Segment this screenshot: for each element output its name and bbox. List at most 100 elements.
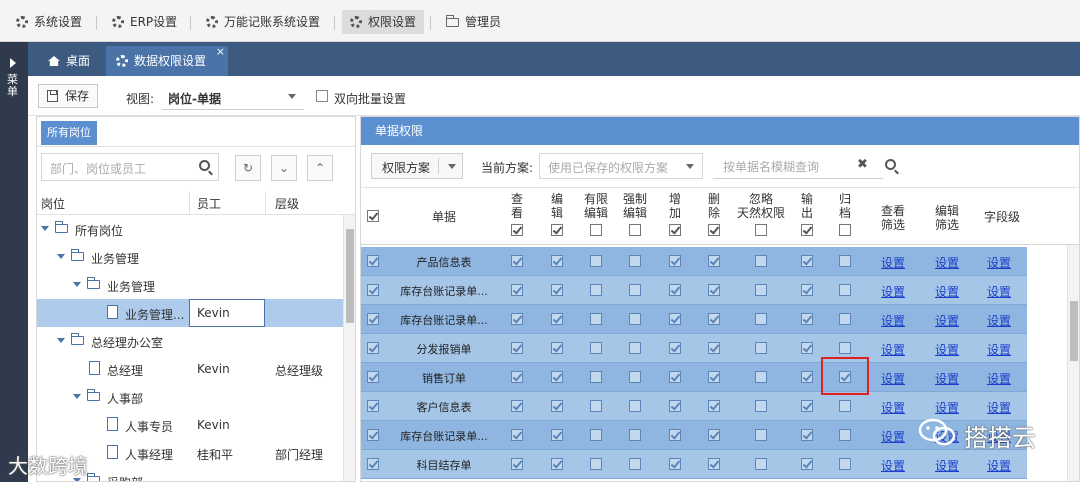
search-input[interactable]: 部门、岗位或员工 bbox=[41, 153, 219, 181]
tree-row-selected[interactable]: 业务管理... Kevin bbox=[37, 299, 345, 327]
col-ignore-natural-checkbox[interactable] bbox=[755, 224, 767, 236]
settings-link[interactable]: 设置 bbox=[987, 399, 1011, 416]
row-select-checkbox[interactable] bbox=[367, 429, 379, 441]
col-export-checkbox[interactable] bbox=[801, 224, 813, 236]
permission-checkbox[interactable] bbox=[755, 342, 767, 354]
settings-link[interactable]: 设置 bbox=[987, 457, 1011, 474]
permission-checkbox[interactable] bbox=[801, 400, 813, 412]
settings-link[interactable]: 设置 bbox=[881, 399, 905, 416]
tree-row[interactable]: 总经理办公室 bbox=[37, 327, 345, 355]
permission-checkbox[interactable] bbox=[755, 458, 767, 470]
grid-scrollbar[interactable] bbox=[1067, 245, 1079, 481]
permission-checkbox[interactable] bbox=[708, 458, 720, 470]
permission-checkbox[interactable] bbox=[629, 371, 641, 383]
permission-checkbox[interactable] bbox=[551, 342, 563, 354]
permission-checkbox[interactable] bbox=[801, 284, 813, 296]
permission-checkbox[interactable] bbox=[839, 284, 851, 296]
permission-checkbox[interactable] bbox=[755, 400, 767, 412]
all-positions-tab[interactable]: 所有岗位 bbox=[41, 121, 97, 145]
permission-checkbox[interactable] bbox=[755, 429, 767, 441]
row-select-checkbox[interactable] bbox=[367, 284, 379, 296]
permission-checkbox[interactable] bbox=[590, 429, 602, 441]
refresh-button[interactable]: ↻ bbox=[235, 155, 261, 181]
settings-link[interactable]: 设置 bbox=[881, 254, 905, 271]
permission-checkbox[interactable] bbox=[629, 400, 641, 412]
col-archive-checkbox[interactable] bbox=[839, 224, 851, 236]
permission-checkbox[interactable] bbox=[708, 371, 720, 383]
tree-row[interactable]: 业务管理 bbox=[37, 243, 345, 271]
permission-checkbox[interactable] bbox=[511, 313, 523, 325]
permission-plan-button[interactable]: 权限方案 bbox=[371, 153, 463, 179]
settings-link[interactable]: 设置 bbox=[935, 312, 959, 329]
grid-row[interactable]: 科目结存单 设置 设置 设置 bbox=[361, 450, 1027, 479]
menu-admin[interactable]: 管理员 bbox=[438, 10, 509, 34]
permission-checkbox[interactable] bbox=[629, 342, 641, 354]
permission-checkbox[interactable] bbox=[629, 429, 641, 441]
permission-checkbox[interactable] bbox=[511, 342, 523, 354]
permission-checkbox[interactable] bbox=[629, 255, 641, 267]
settings-link[interactable]: 设置 bbox=[881, 428, 905, 445]
save-button[interactable]: 保存 bbox=[38, 84, 98, 108]
permission-checkbox[interactable] bbox=[801, 429, 813, 441]
batch-checkbox[interactable] bbox=[316, 90, 328, 102]
permission-checkbox[interactable] bbox=[551, 400, 563, 412]
chevron-down-icon[interactable] bbox=[448, 164, 456, 169]
permission-checkbox[interactable] bbox=[801, 458, 813, 470]
clear-icon[interactable]: ✖ bbox=[857, 157, 868, 172]
settings-link[interactable]: 设置 bbox=[987, 312, 1011, 329]
settings-link[interactable]: 设置 bbox=[935, 283, 959, 300]
search-icon[interactable] bbox=[199, 160, 210, 171]
settings-link[interactable]: 设置 bbox=[881, 457, 905, 474]
permission-checkbox[interactable] bbox=[801, 255, 813, 267]
permission-checkbox[interactable] bbox=[629, 313, 641, 325]
expand-arrow-icon[interactable] bbox=[10, 58, 16, 68]
expand-triangle-icon[interactable] bbox=[73, 282, 81, 287]
permission-checkbox[interactable] bbox=[511, 371, 523, 383]
permission-checkbox[interactable] bbox=[708, 313, 720, 325]
permission-checkbox[interactable] bbox=[801, 371, 813, 383]
permission-checkbox[interactable] bbox=[801, 342, 813, 354]
permission-checkbox[interactable] bbox=[590, 342, 602, 354]
tree-row[interactable]: 所有岗位 bbox=[37, 215, 345, 243]
settings-link[interactable]: 设置 bbox=[987, 254, 1011, 271]
settings-link[interactable]: 设置 bbox=[987, 283, 1011, 300]
permission-checkbox[interactable] bbox=[511, 458, 523, 470]
col-edit-checkbox[interactable] bbox=[551, 224, 563, 236]
permission-checkbox[interactable] bbox=[755, 313, 767, 325]
row-select-checkbox[interactable] bbox=[367, 371, 379, 383]
tree-row[interactable]: 总经理 Kevin 总经理级 bbox=[37, 355, 345, 383]
permission-checkbox[interactable] bbox=[669, 313, 681, 325]
permission-checkbox[interactable] bbox=[708, 342, 720, 354]
collapse-all-button[interactable]: ⌃ bbox=[307, 155, 333, 181]
permission-checkbox[interactable] bbox=[551, 429, 563, 441]
permission-checkbox[interactable] bbox=[755, 255, 767, 267]
permission-checkbox[interactable] bbox=[839, 255, 851, 267]
close-icon[interactable]: × bbox=[216, 37, 225, 67]
col-force-edit-checkbox[interactable] bbox=[629, 224, 641, 236]
permission-checkbox[interactable] bbox=[629, 458, 641, 470]
menu-erp-settings[interactable]: ERP设置 bbox=[104, 10, 185, 34]
permission-checkbox[interactable] bbox=[708, 255, 720, 267]
row-select-checkbox[interactable] bbox=[367, 313, 379, 325]
permission-checkbox[interactable] bbox=[839, 313, 851, 325]
permission-checkbox[interactable] bbox=[839, 429, 851, 441]
row-select-checkbox[interactable] bbox=[367, 458, 379, 470]
permission-checkbox[interactable] bbox=[551, 255, 563, 267]
permission-checkbox[interactable] bbox=[839, 342, 851, 354]
permission-checkbox[interactable] bbox=[590, 400, 602, 412]
settings-link[interactable]: 设置 bbox=[935, 370, 959, 387]
settings-link[interactable]: 设置 bbox=[935, 341, 959, 358]
col-delete-checkbox[interactable] bbox=[708, 224, 720, 236]
tree-row[interactable]: 业务管理 bbox=[37, 271, 345, 299]
menu-accounting-settings[interactable]: 万能记账系统设置 bbox=[198, 10, 328, 34]
side-menu-strip[interactable]: 菜单 bbox=[0, 42, 28, 482]
permission-checkbox[interactable] bbox=[551, 284, 563, 296]
permission-checkbox[interactable] bbox=[669, 458, 681, 470]
tree-row[interactable]: 人事部 bbox=[37, 383, 345, 411]
permission-checkbox[interactable] bbox=[708, 400, 720, 412]
col-add-checkbox[interactable] bbox=[669, 224, 681, 236]
permission-checkbox[interactable] bbox=[551, 371, 563, 383]
grid-row[interactable]: 库存台账记录单... 设置 设置 设置 bbox=[361, 276, 1027, 305]
settings-link[interactable]: 设置 bbox=[935, 399, 959, 416]
scroll-thumb[interactable] bbox=[346, 229, 354, 323]
